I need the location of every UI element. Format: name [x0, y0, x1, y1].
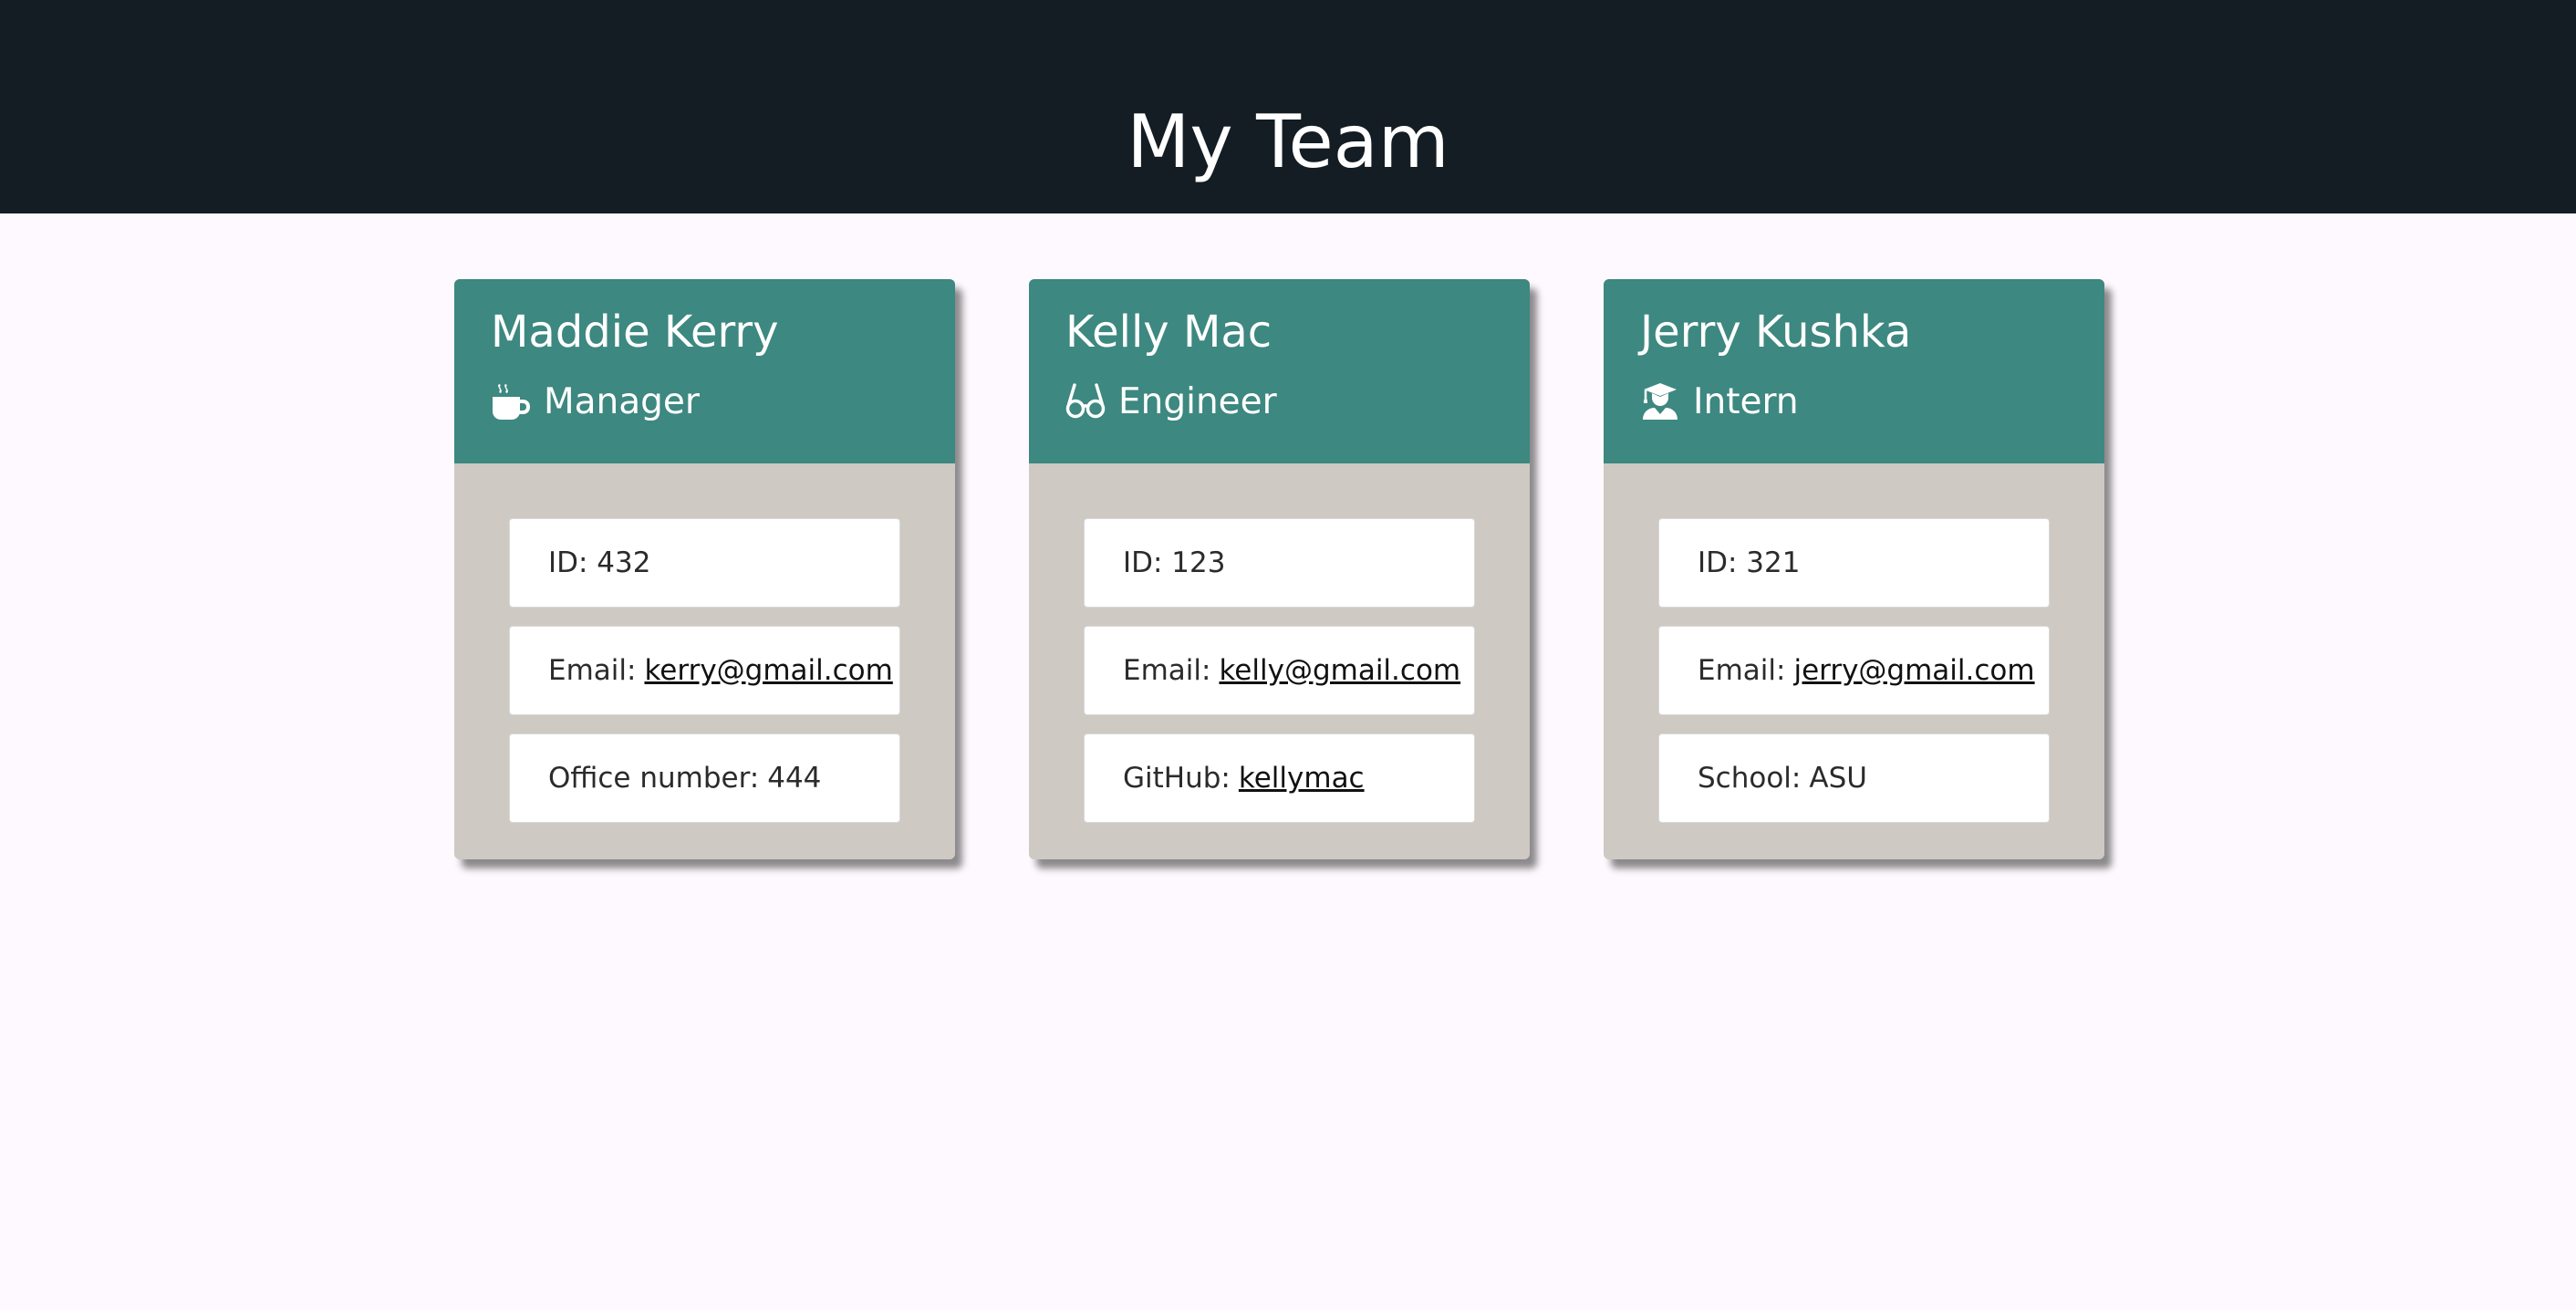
employee-name: Kelly Mac	[1065, 307, 1272, 358]
glasses-icon	[1065, 381, 1106, 421]
page-header: My Team	[0, 0, 2576, 213]
card-header: Maddie Kerry Manager	[454, 279, 955, 463]
employee-email-row: Email: kerry@gmail.com	[509, 626, 900, 715]
graduate-icon	[1640, 381, 1680, 421]
employee-card-manager: Maddie Kerry Manager ID: 432 Email: kerr…	[454, 279, 955, 859]
email-label: Email:	[1698, 654, 1786, 687]
school-row: School: ASU	[1658, 733, 2050, 823]
employee-name: Jerry Kushka	[1640, 307, 1912, 358]
employee-role-label: Engineer	[1118, 380, 1277, 422]
card-header: Jerry Kushka Intern	[1604, 279, 2104, 463]
coffee-icon	[491, 381, 531, 421]
card-details: ID: 432 Email: kerry@gmail.com Office nu…	[509, 518, 900, 841]
office-number-label: Office number:	[548, 762, 760, 795]
github-link[interactable]: kellymac	[1239, 762, 1365, 795]
employee-role: Intern	[1640, 374, 1799, 429]
employee-card-engineer: Kelly Mac Engineer ID: 123 Email: kelly@…	[1029, 279, 1530, 859]
employee-email-row: Email: kelly@gmail.com	[1084, 626, 1475, 715]
employee-name: Maddie Kerry	[491, 307, 779, 358]
employee-id: ID: 321	[1658, 518, 2050, 608]
employee-card-intern: Jerry Kushka Intern ID: 321 Email: jerry…	[1604, 279, 2104, 859]
email-link[interactable]: jerry@gmail.com	[1793, 654, 2034, 687]
github-row: GitHub: kellymac	[1084, 733, 1475, 823]
employee-role: Manager	[491, 374, 700, 429]
github-label: GitHub:	[1123, 762, 1231, 795]
office-number-row: Office number: 444	[509, 733, 900, 823]
email-label: Email:	[1123, 654, 1211, 687]
employee-id: ID: 432	[509, 518, 900, 608]
office-number-value: 444	[767, 762, 822, 795]
page-title: My Team	[1127, 99, 1449, 184]
employee-email-row: Email: jerry@gmail.com	[1658, 626, 2050, 715]
email-label: Email:	[548, 654, 637, 687]
card-details: ID: 321 Email: jerry@gmail.com School: A…	[1658, 518, 2050, 841]
school-label: School:	[1698, 762, 1802, 795]
employee-role-label: Manager	[544, 380, 700, 422]
email-link[interactable]: kerry@gmail.com	[644, 654, 892, 687]
card-details: ID: 123 Email: kelly@gmail.com GitHub: k…	[1084, 518, 1475, 841]
school-value: ASU	[1809, 762, 1867, 795]
employee-id: ID: 123	[1084, 518, 1475, 608]
email-link[interactable]: kelly@gmail.com	[1219, 654, 1460, 687]
card-header: Kelly Mac Engineer	[1029, 279, 1530, 463]
employee-role-label: Intern	[1693, 380, 1799, 422]
employee-role: Engineer	[1065, 374, 1277, 429]
